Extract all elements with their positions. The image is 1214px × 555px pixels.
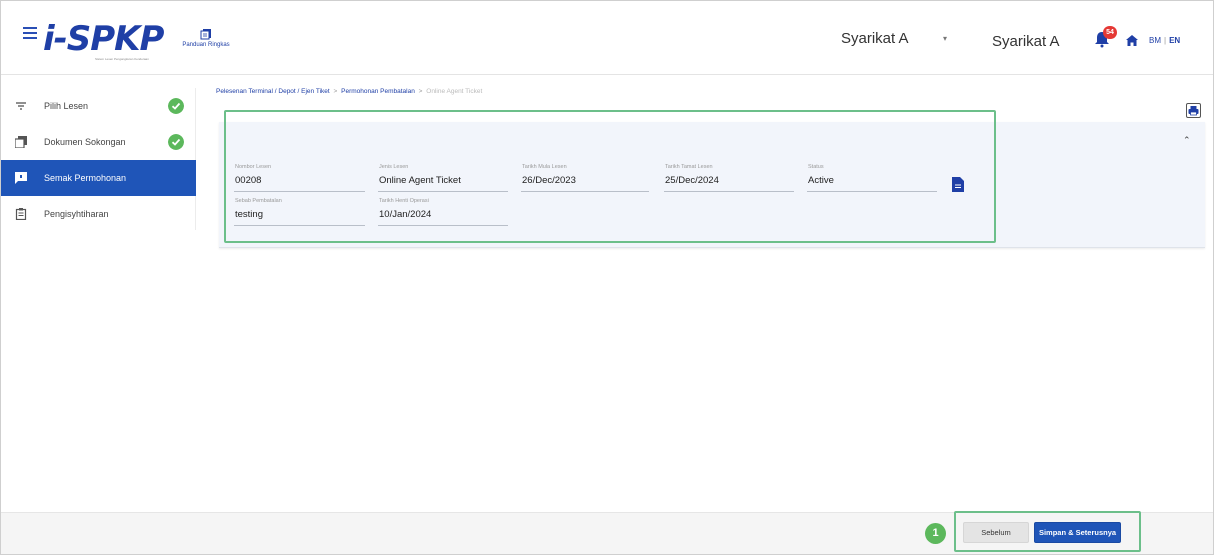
sidebar-item-dokumen-sokongan[interactable]: Dokumen Sokongan [1,124,196,160]
check-circle-icon [168,134,184,150]
breadcrumb-separator: > [418,88,423,95]
sidebar-item-pengisyhtiharan[interactable]: Pengisyhtiharan [1,196,196,232]
sidebar-item-label: Pengisyhtiharan [44,209,109,219]
print-button[interactable] [1186,103,1201,118]
company-name: Syarikat A [992,33,1060,50]
sidebar-item-pilih-lesen[interactable]: Pilih Lesen [1,88,196,124]
step-sidebar: Pilih Lesen Dokumen Sokongan Semak Permo… [1,88,196,230]
print-icon [1188,106,1199,116]
annotation-highlight-details [224,110,996,243]
language-switcher: BM | EN [1149,36,1180,45]
sidebar-item-label: Semak Permohonan [44,173,127,183]
home-icon[interactable] [1126,35,1138,46]
quick-guide-label: Panduan Ringkas [182,42,230,48]
clipboard-icon [15,208,27,220]
hamburger-menu-icon[interactable] [23,27,37,39]
check-circle-icon [168,98,184,114]
sidebar-item-label: Pilih Lesen [44,101,89,111]
documents-icon [15,136,27,148]
logo-text: i-SPKP [43,19,164,59]
annotation-step-badge: 1 [925,523,946,544]
quick-guide-link[interactable]: Panduan Ringkas [176,28,236,58]
previous-button[interactable]: Sebelum [963,522,1029,543]
save-next-button[interactable]: Simpan & Seterusnya [1034,522,1121,543]
app-frame [0,0,1214,555]
breadcrumb-item[interactable]: Permohonan Pembatalan [341,88,415,95]
breadcrumb-item[interactable]: Pelesenan Terminal / Depot / Ejen Tiket [216,88,330,95]
lang-en-link[interactable]: EN [1169,36,1180,45]
lang-separator: | [1164,36,1167,45]
logo-subtitle: Sistem Lesen Pengangkutan Kenderaan [95,57,149,61]
company-select[interactable]: Syarikat A [841,30,909,47]
filter-icon [16,102,26,110]
breadcrumb-separator: > [333,88,338,95]
app-logo[interactable]: i-SPKP Sistem Lesen Pengangkutan Kendera… [43,19,173,61]
book-icon [200,29,211,40]
lang-bm-link[interactable]: BM [1149,36,1161,45]
notification-badge: 54 [1103,26,1117,39]
chevron-down-icon[interactable]: ▾ [943,34,947,43]
breadcrumb-current: Online Agent Ticket [426,88,483,95]
review-icon [15,172,27,184]
breadcrumb: Pelesenan Terminal / Depot / Ejen Tiket … [216,88,482,95]
chevron-up-icon[interactable]: ⌃ [1183,135,1191,146]
sidebar-item-semak-permohonan[interactable]: Semak Permohonan [1,160,196,196]
sidebar-item-label: Dokumen Sokongan [44,137,126,147]
